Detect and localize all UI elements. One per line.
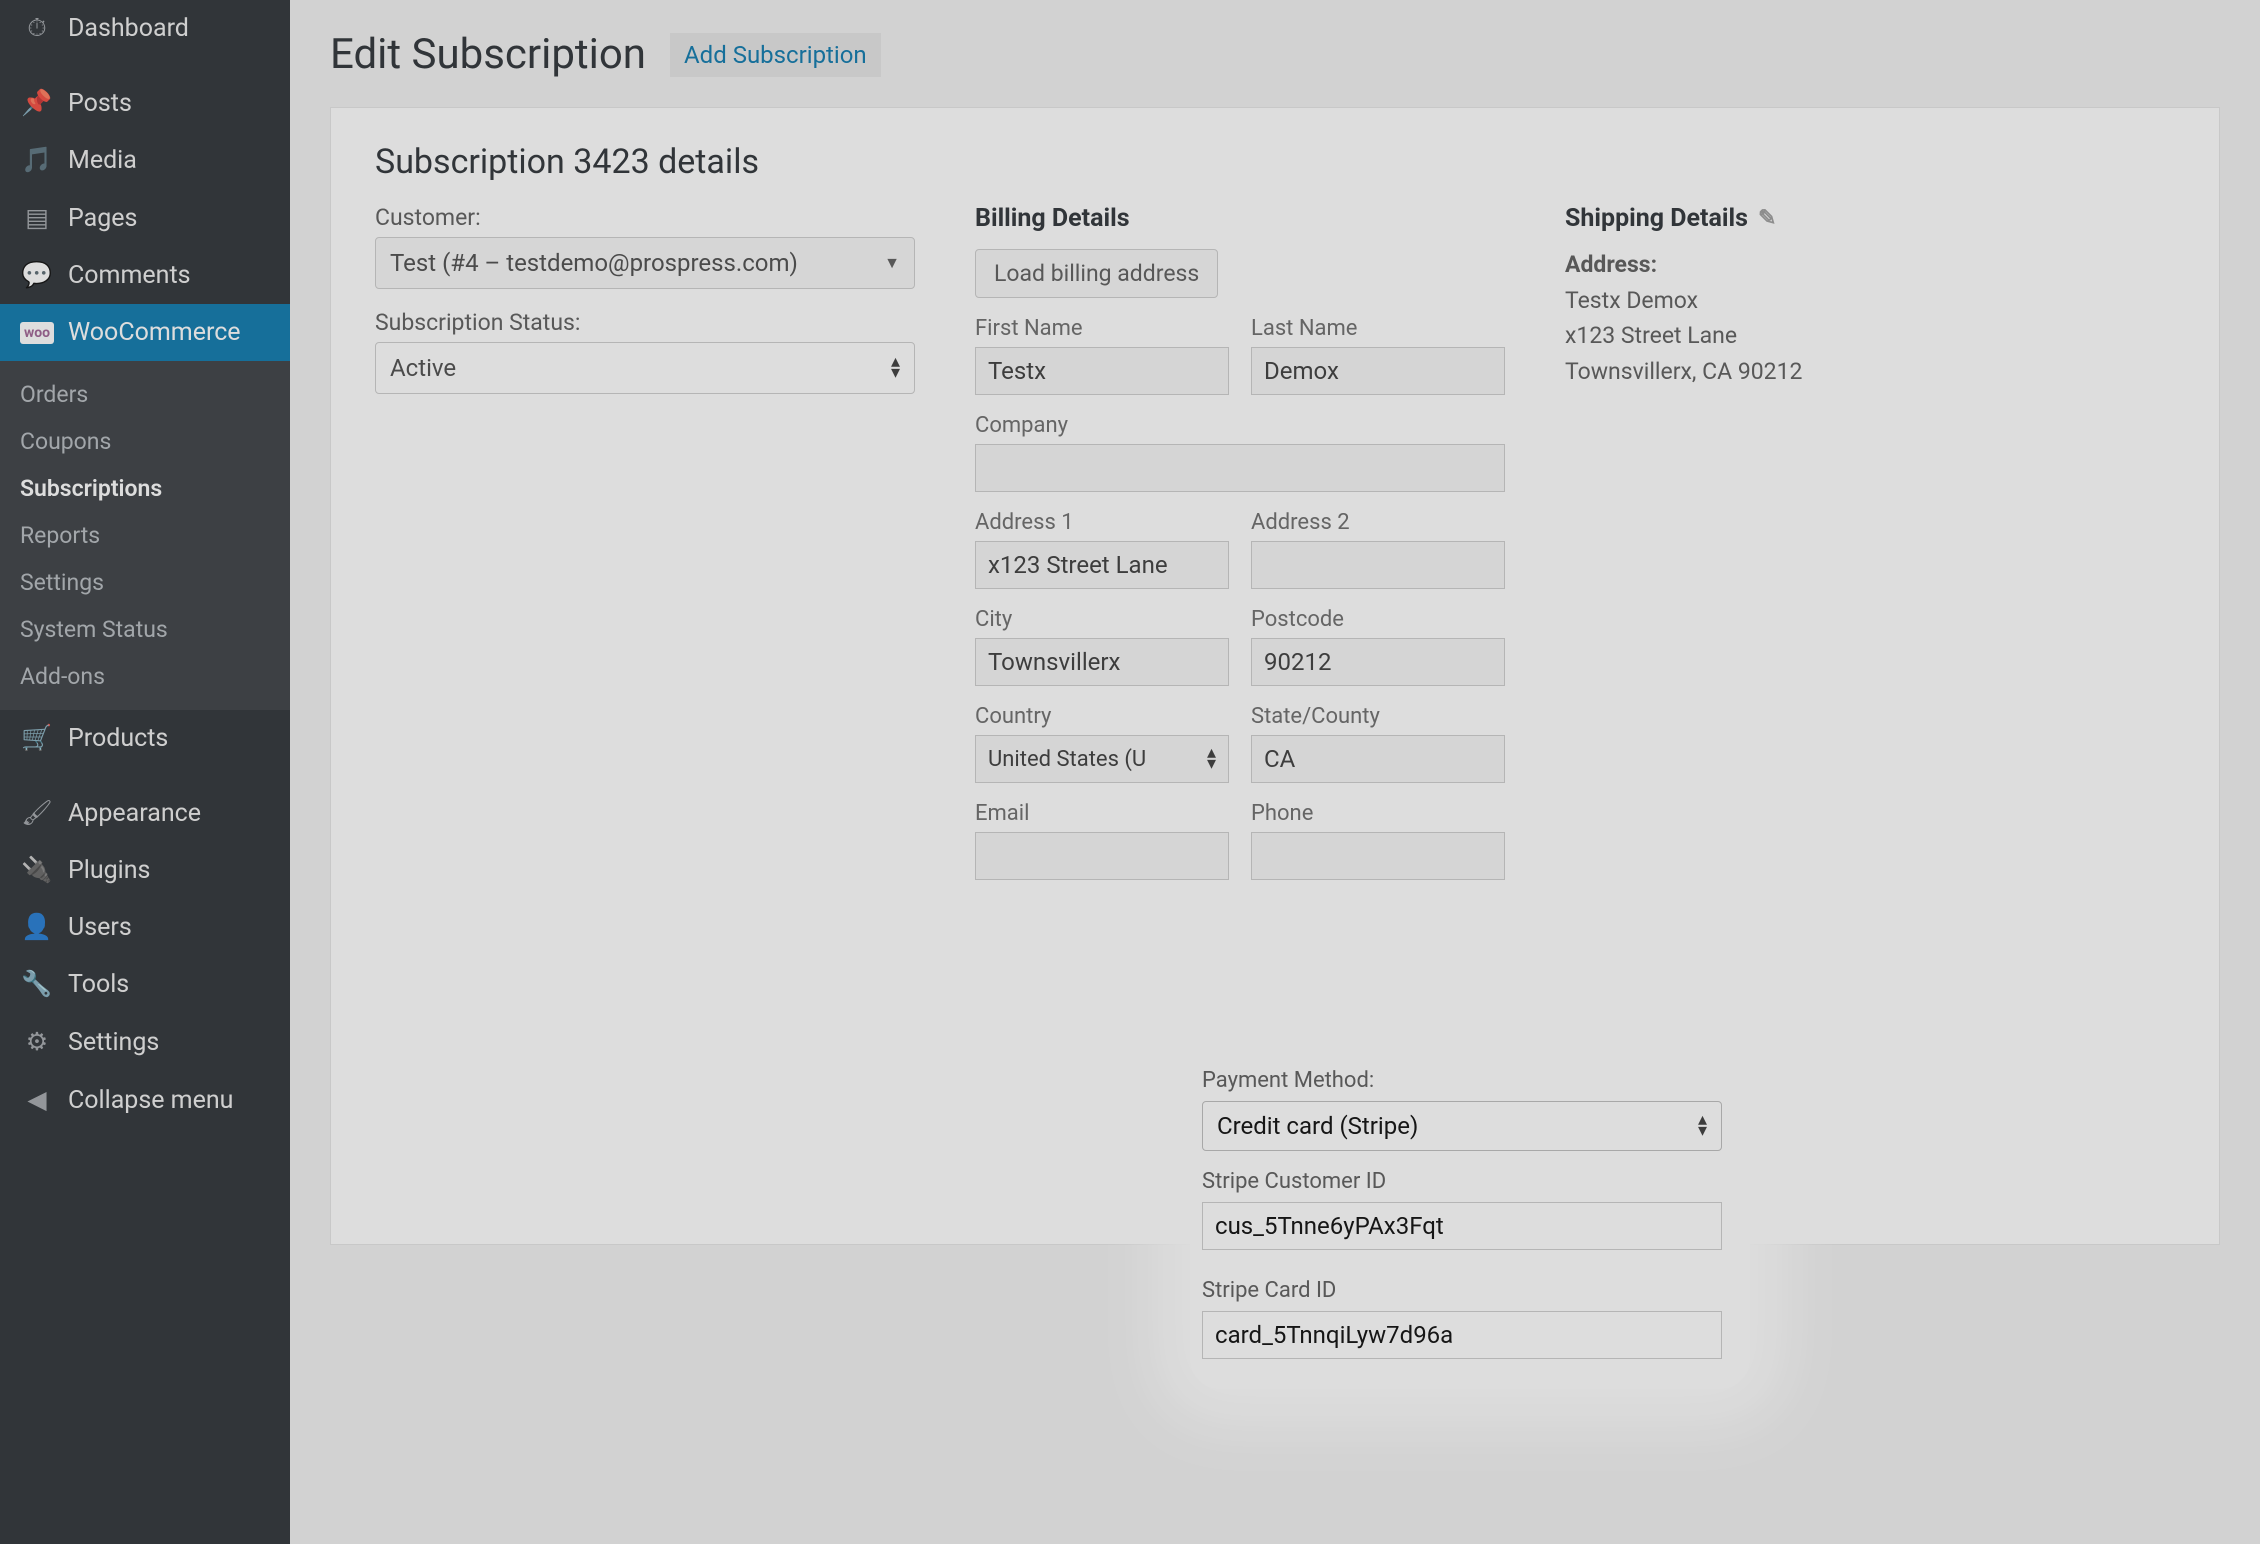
woocommerce-submenu: Orders Coupons Subscriptions Reports Set…	[0, 361, 290, 710]
address1-label: Address 1	[975, 510, 1229, 535]
address2-input[interactable]	[1251, 541, 1505, 589]
sidebar-sub-orders[interactable]: Orders	[0, 371, 290, 418]
first-name-input[interactable]	[975, 347, 1229, 395]
collapse-icon: ◀	[20, 1085, 54, 1115]
page-title: Edit Subscription	[330, 30, 646, 79]
chevron-down-icon: ▼	[884, 253, 900, 273]
pin-icon: 📌	[20, 89, 54, 118]
sidebar-item-pages[interactable]: ▤Pages	[0, 189, 290, 247]
first-name-label: First Name	[975, 316, 1229, 341]
gauge-icon: ⏱	[20, 14, 54, 43]
shipping-address-label: Address:	[1565, 251, 1657, 278]
sidebar-item-users[interactable]: 👤Users	[0, 899, 290, 956]
billing-title: Billing Details	[975, 204, 1505, 233]
load-billing-button[interactable]: Load billing address	[975, 249, 1218, 298]
stripe-customer-label: Stripe Customer ID	[1202, 1169, 1722, 1194]
shipping-line1: Testx Demox	[1565, 287, 1698, 314]
phone-label: Phone	[1251, 801, 1505, 826]
sidebar-item-appearance[interactable]: 🖌Appearance	[0, 785, 290, 842]
wrench-icon: 🔧	[20, 970, 54, 999]
sidebar-item-plugins[interactable]: 🔌Plugins	[0, 842, 290, 899]
country-label: Country	[975, 704, 1229, 729]
sidebar-item-collapse[interactable]: ◀Collapse menu	[0, 1071, 290, 1129]
stripe-customer-input[interactable]	[1202, 1202, 1722, 1250]
last-name-input[interactable]	[1251, 347, 1505, 395]
stripe-card-input[interactable]	[1202, 1311, 1722, 1359]
sidebar-item-posts[interactable]: 📌Posts	[0, 75, 290, 132]
panel-title: Subscription 3423 details	[375, 142, 2175, 182]
cart-icon: 🛒	[20, 724, 54, 753]
company-input[interactable]	[975, 444, 1505, 492]
email-input[interactable]	[975, 832, 1229, 880]
sidebar-sub-reports[interactable]: Reports	[0, 512, 290, 559]
select-arrows-icon: ▴▾	[1207, 748, 1216, 770]
country-select[interactable]: United States (U▴▾	[975, 735, 1229, 783]
state-label: State/County	[1251, 704, 1505, 729]
sidebar-item-media[interactable]: 🎵Media	[0, 132, 290, 189]
status-label: Subscription Status:	[375, 309, 915, 336]
address1-input[interactable]	[975, 541, 1229, 589]
status-select[interactable]: Active▴▾	[375, 342, 915, 394]
city-input[interactable]	[975, 638, 1229, 686]
sidebar-sub-coupons[interactable]: Coupons	[0, 418, 290, 465]
sidebar-sub-subscriptions[interactable]: Subscriptions	[0, 465, 290, 512]
payment-method-label: Payment Method:	[1202, 1068, 1722, 1093]
payment-method-select[interactable]: Credit card (Stripe)▴▾	[1202, 1101, 1722, 1151]
email-label: Email	[975, 801, 1229, 826]
company-label: Company	[975, 413, 1505, 438]
sliders-icon: ⚙	[20, 1027, 54, 1057]
user-icon: 👤	[20, 913, 54, 942]
sidebar-sub-settings[interactable]: Settings	[0, 559, 290, 606]
state-input[interactable]	[1251, 735, 1505, 783]
sidebar-sub-addons[interactable]: Add-ons	[0, 653, 290, 700]
sidebar-item-comments[interactable]: 💬Comments	[0, 247, 290, 304]
sidebar-item-products[interactable]: 🛒Products	[0, 710, 290, 767]
select-arrows-icon: ▴▾	[1698, 1115, 1707, 1137]
shipping-line3: Townsvillerx, CA 90212	[1565, 358, 1802, 385]
postcode-label: Postcode	[1251, 607, 1505, 632]
city-label: City	[975, 607, 1229, 632]
edit-icon[interactable]: ✎	[1758, 206, 1776, 231]
shipping-title: Shipping Details✎	[1565, 204, 2175, 233]
sidebar-item-tools[interactable]: 🔧Tools	[0, 956, 290, 1013]
shipping-line2: x123 Street Lane	[1565, 322, 1737, 349]
customer-select[interactable]: Test (#4 – testdemo@prospress.com)▼	[375, 237, 915, 289]
phone-input[interactable]	[1251, 832, 1505, 880]
woo-icon: woo	[20, 322, 54, 344]
add-subscription-button[interactable]: Add Subscription	[670, 33, 881, 77]
postcode-input[interactable]	[1251, 638, 1505, 686]
admin-sidebar: ⏱Dashboard 📌Posts 🎵Media ▤Pages 💬Comment…	[0, 0, 290, 1544]
sidebar-item-dashboard[interactable]: ⏱Dashboard	[0, 0, 290, 57]
select-arrows-icon: ▴▾	[891, 357, 900, 379]
address2-label: Address 2	[1251, 510, 1505, 535]
last-name-label: Last Name	[1251, 316, 1505, 341]
sidebar-item-settings[interactable]: ⚙Settings	[0, 1013, 290, 1071]
plug-icon: 🔌	[20, 856, 54, 885]
main-content: Edit Subscription Add Subscription Subsc…	[290, 0, 2260, 1544]
stripe-card-label: Stripe Card ID	[1202, 1278, 1722, 1303]
comment-icon: 💬	[20, 261, 54, 290]
media-icon: 🎵	[20, 146, 54, 175]
brush-icon: 🖌	[20, 799, 54, 828]
sidebar-sub-system-status[interactable]: System Status	[0, 606, 290, 653]
customer-label: Customer:	[375, 204, 915, 231]
payment-highlight: Payment Method: Credit card (Stripe)▴▾ S…	[1190, 1050, 1750, 1389]
sidebar-item-woocommerce[interactable]: wooWooCommerce	[0, 304, 290, 361]
page-icon: ▤	[20, 203, 54, 233]
